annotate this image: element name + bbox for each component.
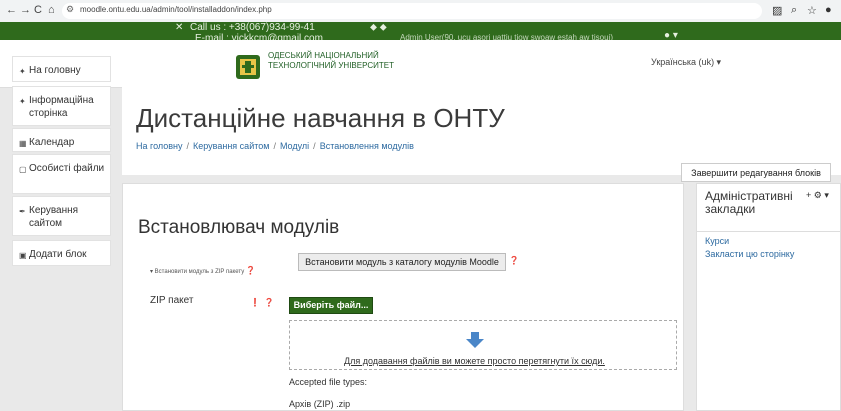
breadcrumb-install-plugins[interactable]: Встановлення модулів — [320, 141, 414, 151]
breadcrumb-plugins[interactable]: Модулі — [280, 141, 309, 151]
translate-icon[interactable]: ▨ — [772, 4, 782, 17]
page-title: Дистанційне навчання в ОНТУ — [136, 103, 505, 133]
plugin-installer-heading: Встановлювач модулів — [138, 217, 340, 238]
phone-text: Call us : +38(067)934-99-41 — [190, 22, 315, 33]
nav-private-files-label: Особисті файли — [29, 163, 105, 174]
required-icon: ❗ — [250, 298, 260, 307]
university-name-line1: Одеський національний — [268, 51, 379, 60]
university-name[interactable]: Одеський національний технологічний унів… — [268, 51, 394, 71]
breadcrumb-site-admin[interactable]: Керування сайтом — [193, 141, 269, 151]
address-bar[interactable]: ⚙ moodle.ontu.edu.ua/admin/tool/installa… — [62, 3, 762, 19]
top-contact-band: ✕ Call us : +38(067)934-99-41 E-mail : v… — [0, 22, 841, 44]
breadcrumb-home[interactable]: На головну — [136, 141, 183, 151]
drop-zone-text: Для додавання файлів ви можете просто пе… — [344, 356, 605, 366]
nav-site-administration[interactable]: ✒ Керування сайтом — [12, 196, 111, 236]
decorative-icon: ⬥ ⬥ — [370, 22, 387, 33]
stop-editing-blocks-button[interactable]: Завершити редагування блоків — [681, 163, 831, 182]
accepted-file-type-zip: Архів (ZIP) .zip — [289, 399, 351, 409]
download-arrow-icon — [466, 332, 484, 348]
nav-home[interactable]: ✦ На головну — [12, 56, 111, 82]
nav-calendar-label: Календар — [29, 137, 75, 148]
nav-info-page-label: Інформаційна сторінка — [29, 95, 94, 119]
admin-bookmarks-title: Адміністративні закладки — [705, 189, 793, 216]
browser-toolbar: ← → C ⌂ ⚙ moodle.ontu.edu.ua/admin/tool/… — [0, 0, 841, 23]
block-controls-icon[interactable]: + ⚙ ▾ — [806, 190, 829, 201]
nav-add-block[interactable]: ▣ Додати блок — [12, 240, 111, 266]
back-icon[interactable]: ← — [6, 4, 17, 16]
admin-bookmarks-block — [696, 183, 841, 411]
help-icon[interactable]: ❓ — [246, 266, 256, 275]
zip-package-label: ZIP пакет — [150, 295, 194, 306]
help-icon[interactable]: ❓ — [264, 298, 274, 307]
bookmark-star-icon[interactable]: ☆ — [807, 4, 817, 17]
reload-icon[interactable]: C — [34, 4, 42, 16]
nav-private-files[interactable]: ▢ Особисті файли — [12, 154, 111, 194]
university-name-line2: технологічний університет — [268, 61, 394, 70]
plus-square-icon: ▣ — [19, 251, 27, 260]
block-divider — [697, 231, 840, 232]
nav-site-administration-label: Керування сайтом — [29, 205, 79, 229]
accepted-file-types-label: Accepted file types: — [289, 377, 368, 387]
university-logo[interactable] — [233, 51, 263, 81]
file-icon: ▢ — [19, 165, 27, 174]
site-info-icon[interactable]: ⚙ — [66, 4, 74, 15]
nav-calendar[interactable]: ▦ Календар — [12, 128, 111, 152]
wrench-icon: ✒ — [19, 207, 26, 216]
nav-add-block-label: Додати блок — [29, 249, 87, 260]
nav-home-label: На головну — [29, 65, 81, 76]
forward-icon[interactable]: → — [20, 4, 31, 16]
breadcrumb: На головну / Керування сайтом / Модулі / Встан… — [136, 141, 414, 151]
install-from-directory-button[interactable]: Встановити модуль з каталогу модулів Moo… — [298, 253, 506, 271]
address-url: moodle.ontu.edu.ua/admin/tool/installadd… — [80, 5, 272, 14]
admin-link-courses[interactable]: Курси — [705, 236, 729, 246]
calendar-icon: ▦ — [19, 139, 27, 148]
admin-link-bookmark-page[interactable]: Закласти цю сторінку — [705, 249, 794, 259]
zoom-icon[interactable]: ⌕ — [791, 4, 797, 17]
profile-icon[interactable]: ● — [825, 4, 832, 16]
choose-file-button[interactable]: Виберіть файл... — [289, 297, 373, 314]
home-icon: ✦ — [19, 67, 26, 76]
zip-section-label: ▾ Встановити модуль з ZIP пакету — [150, 269, 245, 275]
info-icon: ✦ — [19, 97, 26, 106]
close-icon[interactable]: ✕ — [175, 22, 183, 33]
help-icon[interactable]: ❓ — [509, 256, 519, 265]
language-selector[interactable]: Українська (uk) ▾ — [651, 57, 721, 68]
nav-info-page[interactable]: ✦ Інформаційна сторінка — [12, 86, 111, 126]
zip-section-toggle[interactable]: ▾ Встановити модуль з ZIP пакету ❓ — [150, 266, 256, 275]
home-icon[interactable]: ⌂ — [48, 4, 55, 16]
